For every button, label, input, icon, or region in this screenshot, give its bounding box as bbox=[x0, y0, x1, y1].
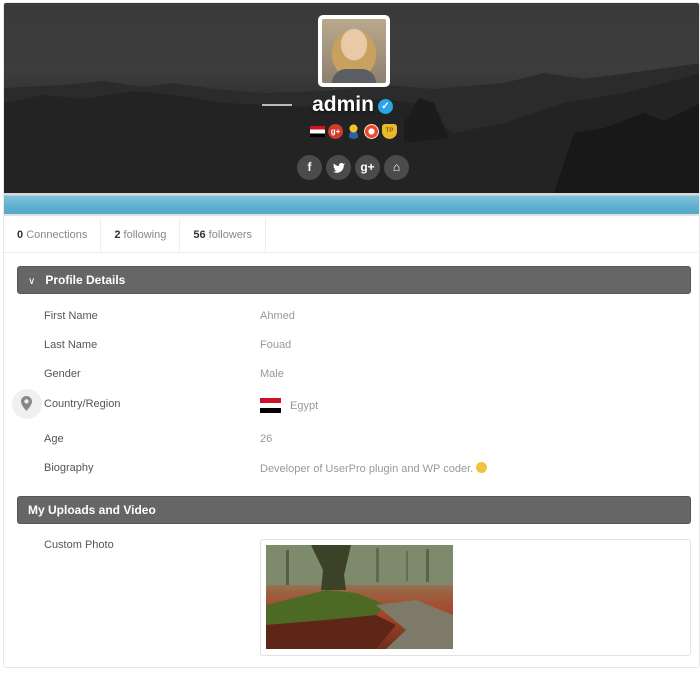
followers-count: 56 bbox=[193, 229, 206, 241]
field-value: Egypt bbox=[260, 398, 318, 413]
top-poster-badge-icon[interactable]: TP bbox=[382, 124, 397, 139]
field-label: Gender bbox=[44, 368, 81, 380]
smiley-emoji-icon bbox=[476, 462, 488, 473]
field-age: Age 26 bbox=[4, 433, 699, 453]
stats-tabs: 0 Connections 2 following 56 followers bbox=[4, 218, 699, 253]
field-label: Age bbox=[44, 433, 64, 445]
lifebuoy-badge-icon[interactable] bbox=[364, 124, 379, 139]
field-country: Country/Region Egypt bbox=[4, 389, 699, 419]
forest-photo-art bbox=[266, 545, 453, 649]
tab-following[interactable]: 2 following bbox=[101, 218, 181, 252]
avatar[interactable] bbox=[318, 15, 390, 87]
field-last-name: Last Name Fouad bbox=[4, 339, 699, 359]
section-title: Profile Details bbox=[45, 273, 126, 287]
uploads-header[interactable]: My Uploads and Video bbox=[17, 496, 691, 524]
cover-photo: admin ✓ g+ TP f g+ ⌂ bbox=[4, 3, 699, 193]
field-gender: Gender Male bbox=[4, 368, 699, 388]
field-value: Fouad bbox=[260, 339, 292, 351]
field-value: 26 bbox=[260, 433, 273, 445]
field-first-name: First Name Ahmed bbox=[4, 310, 699, 330]
field-value: Developer of UserPro plugin and WP coder… bbox=[260, 462, 488, 475]
tab-followers[interactable]: 56 followers bbox=[180, 218, 267, 252]
connections-label: Connections bbox=[26, 229, 88, 241]
worker-badge-icon[interactable] bbox=[346, 124, 361, 139]
map-pin-icon bbox=[12, 389, 42, 419]
field-label: First Name bbox=[44, 310, 98, 322]
google-plus-icon[interactable]: g+ bbox=[355, 155, 380, 180]
egypt-flag-badge-icon[interactable] bbox=[310, 126, 325, 137]
field-value: Male bbox=[260, 368, 284, 380]
section-title: My Uploads and Video bbox=[28, 503, 156, 517]
country-name: Egypt bbox=[290, 400, 319, 412]
accent-bar bbox=[4, 193, 699, 216]
field-label: Country/Region bbox=[44, 398, 121, 410]
username: admin ✓ bbox=[4, 93, 699, 117]
custom-photo[interactable] bbox=[266, 545, 453, 649]
followers-label: followers bbox=[208, 229, 253, 241]
connections-count: 0 bbox=[17, 229, 24, 241]
social-links: f g+ ⌂ bbox=[297, 155, 409, 180]
field-label: Custom Photo bbox=[44, 539, 114, 551]
chevron-down-icon: ∨ bbox=[28, 276, 36, 287]
egypt-flag-icon bbox=[260, 398, 281, 413]
facebook-icon[interactable]: f bbox=[297, 155, 322, 180]
field-biography: Biography Developer of UserPro plugin an… bbox=[4, 462, 699, 482]
google-plus-badge-icon[interactable]: g+ bbox=[328, 124, 343, 139]
profile-details-header[interactable]: ∨ Profile Details bbox=[17, 266, 691, 294]
username-text: admin bbox=[312, 93, 374, 116]
following-count: 2 bbox=[114, 229, 121, 241]
avatar-image bbox=[322, 19, 386, 83]
following-label: following bbox=[123, 229, 167, 241]
profile-card: admin ✓ g+ TP f g+ ⌂ 0 Connections 2 foll… bbox=[3, 2, 700, 668]
field-label: Biography bbox=[44, 462, 94, 474]
custom-photo-frame bbox=[260, 539, 691, 656]
verified-check-icon: ✓ bbox=[377, 99, 393, 114]
home-icon[interactable]: ⌂ bbox=[384, 155, 409, 180]
badge-list: g+ TP bbox=[310, 124, 397, 139]
field-value: Ahmed bbox=[260, 310, 295, 322]
twitter-icon[interactable] bbox=[326, 155, 351, 180]
field-label: Last Name bbox=[44, 339, 98, 351]
biography-text: Developer of UserPro plugin and WP coder… bbox=[260, 463, 474, 475]
tab-connections[interactable]: 0 Connections bbox=[4, 218, 102, 252]
